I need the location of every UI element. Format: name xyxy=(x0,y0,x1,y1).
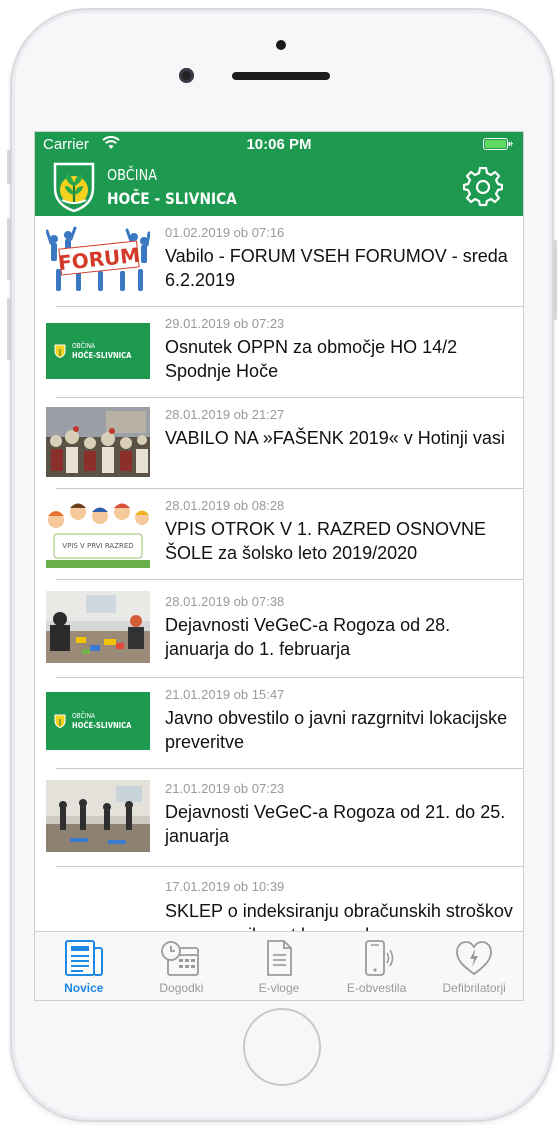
news-feed[interactable]: FORUM 01.02.2019 ob 07:16 Vabilo - FORUM… xyxy=(35,216,523,934)
news-title: VPIS OTROK V 1. RAZRED OSNOVNE ŠOLE za š… xyxy=(165,519,487,563)
tab-label: Dogodki xyxy=(159,981,204,995)
app-header: OBČINA HOČE - SLIVNICA xyxy=(35,158,523,216)
news-date: 28.01.2019 ob 08:28 xyxy=(165,498,285,513)
document-icon xyxy=(267,940,292,976)
mini-logo-line-2: HOČE-SLIVNICA xyxy=(72,720,132,730)
mini-crest-icon xyxy=(54,714,66,728)
earpiece-speaker xyxy=(232,72,330,80)
tab-dogodki[interactable]: Dogodki xyxy=(133,932,231,1000)
front-camera xyxy=(179,68,194,83)
app-screen: Carrier 10:06 PM OBČINA HOČE - SLIVNICA … xyxy=(34,131,524,1001)
news-item[interactable]: OBČINA HOČE-SLIVNICA 21.01.2019 ob 15:47 … xyxy=(35,678,523,769)
tab-e-vloge[interactable]: E-vloge xyxy=(230,932,328,1000)
volume-down-button xyxy=(7,298,11,360)
mini-logo-line-1: OBČINA xyxy=(72,711,96,720)
news-date: 01.02.2019 ob 07:16 xyxy=(165,225,285,240)
brand-line-1: OBČINA xyxy=(107,166,158,184)
tab-e-obvestila[interactable]: E-obvestila xyxy=(328,932,426,1000)
news-title: Dejavnosti VeGeC-a Rogoza od 21. do 25. … xyxy=(165,802,506,846)
workshop-photo xyxy=(46,591,150,663)
forum-illustration: FORUM xyxy=(46,226,150,291)
news-item[interactable]: FORUM 01.02.2019 ob 07:16 Vabilo - FORUM… xyxy=(35,216,523,307)
clock: 10:06 PM xyxy=(246,136,312,153)
news-item[interactable]: 17.01.2019 ob 10:39 SKLEP o indeksiranju… xyxy=(35,867,523,934)
power-button xyxy=(553,240,557,320)
news-thumbnail xyxy=(46,407,150,477)
exercise-class-photo xyxy=(46,780,150,852)
tab-label: E-obvestila xyxy=(346,981,407,995)
news-thumbnail: OBČINA HOČE-SLIVNICA xyxy=(46,323,150,379)
news-thumbnail xyxy=(46,780,150,852)
tab-bar: Novice Dogodki E-vloge E-obvestila Defib… xyxy=(35,931,523,1000)
news-thumbnail: OBČINA HOČE-SLIVNICA xyxy=(46,692,150,750)
kids-illustration: VPIS V PRVI RAZRED xyxy=(46,503,150,568)
mini-logo-line-1: OBČINA xyxy=(72,341,96,350)
tab-defibrilatorji[interactable]: Defibrilatorji xyxy=(425,932,523,1000)
volume-up-button xyxy=(7,218,11,280)
news-title: SKLEP o indeksiranju obračunskih stroško… xyxy=(165,901,513,934)
municipality-mini-logo: OBČINA HOČE-SLIVNICA xyxy=(54,712,142,731)
mini-crest-icon xyxy=(54,344,66,358)
news-thumbnail xyxy=(46,591,150,663)
news-title: Javno obvestilo o javni razgrnitvi lokac… xyxy=(165,708,508,752)
settings-gear-icon[interactable] xyxy=(463,167,503,207)
news-date: 21.01.2019 ob 07:23 xyxy=(165,781,285,796)
news-date: 28.01.2019 ob 07:38 xyxy=(165,594,285,609)
news-date: 21.01.2019 ob 15:47 xyxy=(165,687,285,702)
municipality-name: OBČINA HOČE - SLIVNICA xyxy=(107,163,237,211)
newspaper-icon xyxy=(64,940,103,976)
news-date: 28.01.2019 ob 21:27 xyxy=(165,407,285,422)
municipality-crest-logo xyxy=(53,162,95,212)
mini-logo-line-2: HOČE-SLIVNICA xyxy=(72,350,132,360)
news-title: Vabilo - FORUM VSEH FORUMOV - sreda 6.2.… xyxy=(165,246,508,290)
news-title: Osnutek OPPN za območje HO 14/2 Spodnje … xyxy=(165,337,458,381)
mute-switch xyxy=(7,150,11,184)
carnival-crowd-photo xyxy=(46,407,150,477)
home-button[interactable] xyxy=(243,1008,321,1086)
tab-novice[interactable]: Novice xyxy=(35,932,133,1000)
news-item[interactable]: 28.01.2019 ob 21:27 VABILO NA »FAŠENK 20… xyxy=(35,398,523,489)
news-date: 17.01.2019 ob 10:39 xyxy=(165,879,285,894)
news-thumbnail: FORUM xyxy=(46,225,150,295)
news-title: VABILO NA »FAŠENK 2019« v Hotinji vasi xyxy=(165,428,505,448)
status-bar: Carrier 10:06 PM xyxy=(35,132,523,158)
news-date: 29.01.2019 ob 07:23 xyxy=(165,316,285,331)
heart-bolt-icon xyxy=(456,941,493,976)
news-item[interactable]: VPIS V PRVI RAZRED 28.01.2019 ob 08:28 V… xyxy=(35,489,523,580)
tab-label: Defibrilatorji xyxy=(442,981,506,995)
brand-line-2: HOČE - SLIVNICA xyxy=(107,189,237,208)
news-thumbnail: VPIS V PRVI RAZRED xyxy=(46,498,150,568)
news-title: Dejavnosti VeGeC-a Rogoza od 28. januarj… xyxy=(165,615,451,659)
calendar-clock-icon xyxy=(161,941,200,976)
tab-label: Novice xyxy=(64,981,104,995)
proximity-sensor xyxy=(276,40,286,50)
battery-charging-icon xyxy=(483,138,513,150)
news-item[interactable]: 21.01.2019 ob 07:23 Dejavnosti VeGeC-a R… xyxy=(35,769,523,867)
news-item[interactable]: 28.01.2019 ob 07:38 Dejavnosti VeGeC-a R… xyxy=(35,580,523,678)
news-item[interactable]: OBČINA HOČE-SLIVNICA 29.01.2019 ob 07:23 … xyxy=(35,307,523,398)
tab-label: E-vloge xyxy=(258,981,300,995)
vpis-sign-text: VPIS V PRVI RAZRED xyxy=(62,542,133,550)
municipality-mini-logo: OBČINA HOČE-SLIVNICA xyxy=(54,342,142,361)
phone-signal-icon xyxy=(364,940,393,976)
